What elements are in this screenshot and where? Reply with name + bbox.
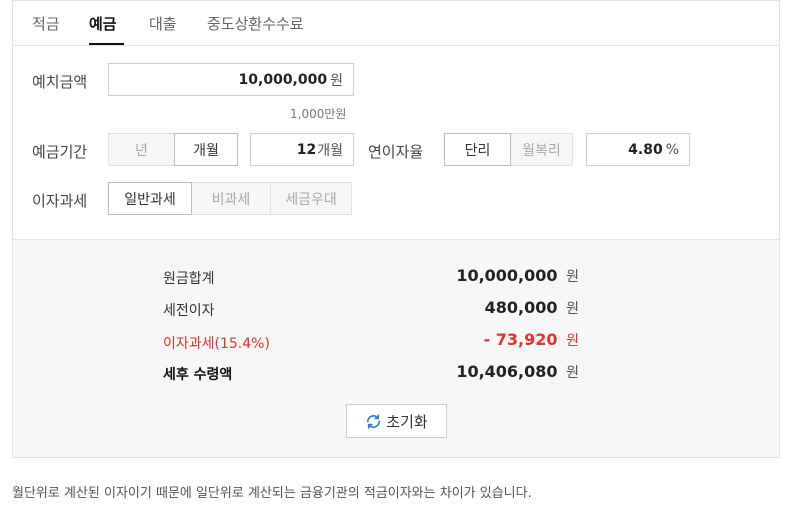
principal-total-unit: 원 [566,269,579,285]
net-receipt-value: 10,406,080 [456,362,558,381]
calculation-footnote: 월단위로 계산된 이자이기 때문에 일단위로 계산되는 금융기관의 적금이자와는… [12,486,532,501]
period-label: 예금기간 [32,143,88,161]
interest-rate-value: 4.80 [628,141,663,158]
tab-loan[interactable]: 대출 [149,13,177,34]
period-value: 12 [296,141,317,158]
active-tab-indicator [89,43,124,45]
result-panel: 원금합계 10,000,000 원 세전이자 480,000 원 이자과세(15… [13,239,779,457]
interest-rate-unit: % [665,141,679,158]
interest-tax-value: - 73,920 [483,330,558,349]
principal-total-value: 10,000,000 [456,266,558,285]
reset-button[interactable]: 초기화 [346,404,447,438]
tab-installment-savings[interactable]: 적금 [32,13,60,34]
refresh-icon [367,413,381,429]
deposit-amount-unit: 원 [330,72,343,89]
tax-type-toggle: 일반과세 비과세 세금우대 [108,182,352,215]
period-input[interactable]: 12 개월 [250,133,354,166]
deposit-amount-input[interactable]: 10,000,000 원 [108,63,354,96]
tab-bar: 적금 예금 대출 중도상환수수료 [13,1,779,46]
tax-type-label: 이자과세 [32,192,88,210]
interest-tax-amount: - 73,920 원 [484,330,579,350]
rate-type-toggle: 단리 월복리 [444,133,573,166]
tax-type-exempt-button[interactable]: 비과세 [191,182,271,215]
period-unit-month-button[interactable]: 개월 [174,133,238,166]
deposit-amount-value: 10,000,000 [238,71,328,88]
rate-type-compound-button[interactable]: 월복리 [510,133,573,166]
pretax-interest-unit: 원 [566,301,579,317]
pretax-interest-label: 세전이자 [163,303,215,319]
interest-tax-label: 이자과세(15.4%) [163,336,270,352]
period-value-unit: 개월 [317,142,343,159]
calculator-card: 적금 예금 대출 중도상환수수료 예치금액 10,000,000 원 1,000… [12,0,780,458]
period-unit-year-button[interactable]: 년 [108,133,175,166]
rate-type-simple-button[interactable]: 단리 [444,133,511,166]
net-receipt-label: 세후 수령액 [163,367,233,383]
tax-type-preferential-button[interactable]: 세금우대 [270,182,352,215]
pretax-interest-value: 480,000 [484,298,558,317]
reset-button-label: 초기화 [386,412,428,431]
deposit-amount-hint: 1,000만원 [290,107,347,121]
interest-rate-input[interactable]: 4.80 % [586,133,690,166]
interest-tax-unit: 원 [566,333,579,349]
interest-rate-label: 연이자율 [368,143,424,161]
pretax-interest-amount: 480,000 원 [485,298,579,318]
period-unit-toggle: 년 개월 [108,133,238,166]
principal-total-label: 원금합계 [163,271,215,287]
net-receipt-amount: 10,406,080 원 [456,362,579,382]
deposit-amount-label: 예치금액 [32,73,88,91]
tax-type-general-button[interactable]: 일반과세 [108,182,192,215]
net-receipt-unit: 원 [566,365,579,381]
tab-deposit[interactable]: 예금 [89,13,117,34]
tab-prepayment-fee[interactable]: 중도상환수수료 [207,13,304,34]
principal-total-amount: 10,000,000 원 [456,266,579,286]
